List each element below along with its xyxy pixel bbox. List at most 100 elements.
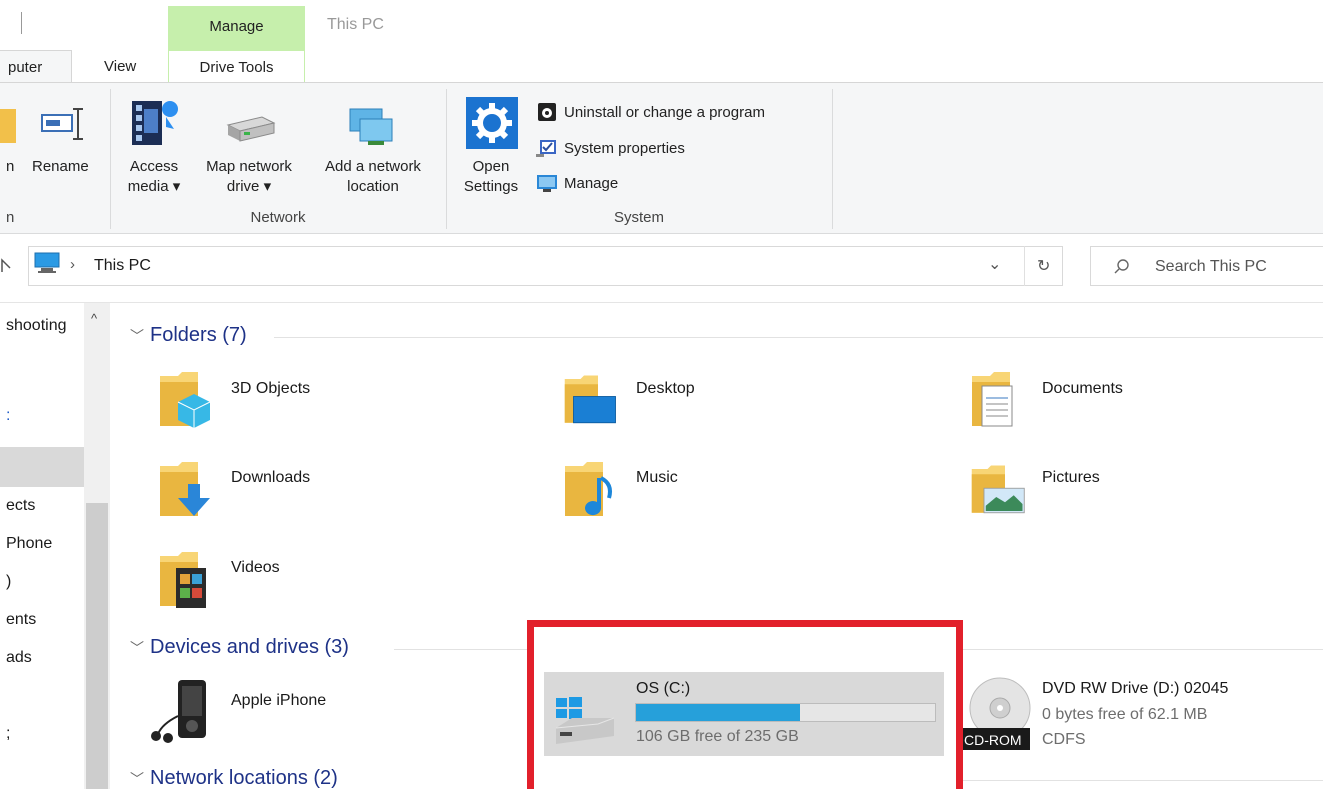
map-network-drive-button[interactable]: Map network drive ▾ [192,157,306,197]
address-separator [0,302,1323,303]
tab-drive-tools[interactable]: Drive Tools [168,50,305,83]
folder-3d-objects[interactable]: 3D Objects [231,380,310,398]
nav-item-quick-access[interactable]: : [6,407,10,425]
system-properties-button[interactable]: System properties [536,137,685,159]
3d-objects-folder-icon [160,372,211,428]
system-properties-label: System properties [564,139,685,157]
open-icon [0,109,16,143]
add-network-location-button[interactable]: Add a network location [310,157,436,197]
folder-videos[interactable]: Videos [231,559,280,577]
map-network-drive-label-line1: Map network [206,158,292,175]
network-header-label: Network locations (2) [150,767,338,789]
tab-computer[interactable]: puter [0,50,72,83]
access-media-label-line1: Access [129,158,179,175]
up-arrow-icon[interactable] [0,256,14,274]
dvd-drive-space: 0 bytes free of 62.1 MB [1042,706,1208,723]
folder-pictures[interactable]: Pictures [1042,469,1100,487]
nav-scrollbar-thumb[interactable] [86,503,108,789]
music-folder-icon [565,462,612,516]
folder-downloads[interactable]: Downloads [231,469,310,487]
section-divider [394,649,527,650]
computer-management-icon [537,175,557,192]
folder-documents[interactable]: Documents [1042,380,1123,398]
media-player-icon [151,680,206,743]
address-path[interactable]: This PC [94,257,151,275]
network-group-label: Network [250,209,306,226]
add-network-location-label-line1: Add a network [325,158,421,175]
folders-section-header[interactable]: ﹀ Folders (7) [130,324,247,347]
map-network-drive-icon [226,116,276,142]
nav-item-music[interactable]: ; [6,725,10,743]
dvd-drive-name[interactable]: DVD RW Drive (D:) 02045 [1042,680,1228,698]
folder-music[interactable]: Music [636,469,678,487]
breadcrumb-chevron-icon[interactable]: › [70,256,75,273]
group-separator [832,89,833,229]
rename-button[interactable]: Rename [32,157,89,177]
refresh-icon: ↻ [1037,258,1051,275]
highlight-annotation-box [527,620,963,789]
uninstall-program-label: Uninstall or change a program [564,103,765,121]
network-section-header[interactable]: ﹀ Network locations (2) [130,767,338,789]
this-pc-icon [34,252,60,273]
organize-group-label: n [6,209,15,226]
open-settings-label-line2: Settings [463,178,519,195]
folders-header-label: Folders (7) [150,324,247,346]
search-icon [1114,259,1129,274]
cd-rom-badge: CD-ROM [964,732,1022,748]
access-media-label-line2: media ▾ [127,178,181,195]
open-button[interactable]: n [6,157,14,177]
add-network-location-icon [349,108,393,145]
group-separator [110,89,111,229]
nav-item-downloads[interactable]: ads [6,649,32,667]
nav-item-documents[interactable]: ents [6,611,36,629]
manage-label: Manage [564,174,619,192]
rename-icon [41,108,83,140]
manage-context-label: Manage [209,18,264,35]
ribbon: n Rename n Access media ▾ Map network dr… [0,82,1323,234]
devices-section-header[interactable]: ﹀ Devices and drives (3) [130,636,349,659]
documents-folder-icon [972,372,1013,427]
desktop-folder-icon [564,375,616,424]
add-network-location-label-line2: location [347,178,399,195]
map-network-drive-label-line2: drive ▾ [226,178,272,195]
section-divider [274,337,1323,338]
collapse-chevron-icon[interactable]: ﹀ [130,326,144,346]
pictures-folder-icon [971,465,1025,514]
group-separator [446,89,447,229]
downloads-folder-icon [160,462,210,516]
title-bar: Manage This PC puter View Drive Tools [0,0,1323,83]
scroll-up-arrow-icon[interactable]: ^ [91,311,97,326]
collapse-chevron-icon[interactable]: ﹀ [130,769,144,789]
device-apple-iphone[interactable]: Apple iPhone [231,692,326,710]
title-separator [21,12,22,34]
dvd-drive-filesystem: CDFS [1042,731,1086,748]
devices-header-label: Devices and drives (3) [150,636,349,658]
collapse-chevron-icon[interactable]: ﹀ [130,638,144,658]
uninstall-program-icon [538,103,556,121]
window-title: This PC [327,16,384,33]
videos-folder-icon [160,552,206,608]
settings-gear-icon [466,97,518,149]
system-properties-icon [536,140,556,157]
manage-button[interactable]: Manage [536,172,618,194]
open-settings-button[interactable]: Open Settings [456,157,526,197]
folder-desktop[interactable]: Desktop [636,380,695,398]
open-settings-label-line1: Open [472,158,510,175]
navigation-pane: shooting : ects Phone ) ents ads ; ^ [0,303,110,789]
refresh-button[interactable]: ↻ [1024,246,1064,286]
system-group-label: System [613,209,664,226]
access-media-icon [132,101,178,145]
uninstall-program-button[interactable]: Uninstall or change a program [536,101,765,123]
nav-item-3d-objects[interactable]: ects [6,497,35,515]
search-placeholder-text: Search This PC [1155,258,1267,275]
nav-item-desktop[interactable]: ) [6,573,11,591]
address-row: › This PC ⌄ ↻ [0,238,1323,300]
address-dropdown-icon[interactable]: ⌄ [988,254,1001,274]
section-divider [963,649,1323,650]
nav-item-troubleshooting[interactable]: shooting [6,317,67,335]
nav-item-iphone[interactable]: Phone [6,535,52,553]
section-divider [963,780,1323,781]
access-media-button[interactable]: Access media ▾ [124,157,184,197]
tab-view[interactable]: View [104,58,136,75]
address-bar[interactable] [28,246,1063,286]
